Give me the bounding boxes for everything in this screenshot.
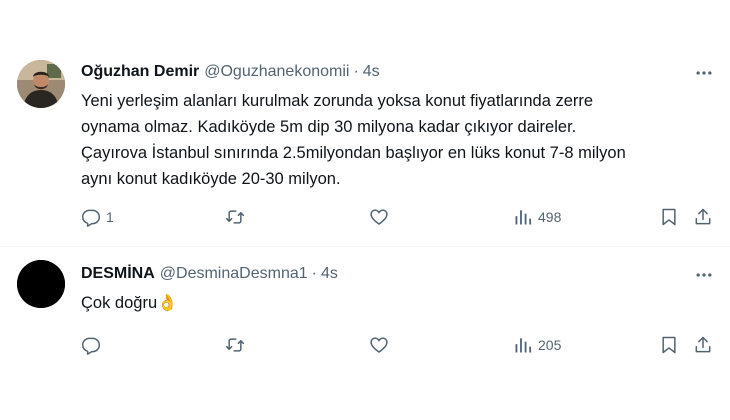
tweet-text-line: Çayırova İstanbul sınırında 2.5milyondan… [81,144,626,162]
like-button[interactable] [369,205,394,229]
bookmark-icon [662,336,676,354]
views-count: 498 [538,209,562,225]
retweet-icon [225,210,245,224]
separator: · [311,265,317,282]
share-icon [695,208,711,225]
views-icon [515,210,532,225]
tweet[interactable]: DESMİNA @DesminaDesmna1 · 4s Çok doğru👌 [0,247,730,420]
more-icon [696,71,712,75]
reply-button[interactable] [81,333,106,357]
tweet-header: Oğuzhan Demir @Oguzhanekonomii · 4s [81,63,380,81]
user-handle[interactable]: @Oguzhanekonomii [204,63,349,81]
tweet-text: Çok doğru👌 [81,290,711,316]
reply-icon [81,337,101,355]
heart-icon [370,209,388,225]
action-bar: 1 498 [81,205,716,229]
views-button[interactable]: 205 [513,333,561,357]
tweet-text-line: Çok doğru👌 [81,294,178,312]
bookmark-icon [662,208,676,226]
views-button[interactable]: 498 [513,205,561,229]
more-button[interactable] [692,263,716,287]
user-name[interactable]: Oğuzhan Demir [81,63,199,81]
tweet-text-line: oynama olmaz. Kadıköyde 5m dip 30 milyon… [81,118,577,136]
black-avatar [17,260,65,308]
tweet-text-line: aynı konut kadıköyde 20-30 milyon. [81,170,341,188]
user-name[interactable]: DESMİNA [81,265,155,283]
avatar[interactable] [17,260,65,308]
separator: · [353,63,359,80]
more-icon [696,273,712,277]
timestamp[interactable]: 4s [321,265,338,283]
share-button[interactable] [693,205,713,229]
share-button[interactable] [693,333,713,357]
user-handle[interactable]: @DesminaDesmna1 [160,265,308,283]
timestamp[interactable]: 4s [363,63,380,81]
action-bar: 205 [81,333,716,357]
bookmark-button[interactable] [659,333,679,357]
bookmark-button[interactable] [659,205,679,229]
views-count: 205 [538,337,562,353]
avatar[interactable] [17,60,65,108]
reply-icon [81,209,101,227]
tweet-header: DESMİNA @DesminaDesmna1 · 4s [81,265,338,283]
tweet-text: Yeni yerleşim alanları kurulmak zorunda … [81,88,711,192]
tweet[interactable]: Oğuzhan Demir @Oguzhanekonomii · 4s Yeni… [0,0,730,247]
share-icon [695,336,711,353]
profile-photo [17,60,65,108]
retweet-button[interactable] [225,333,250,357]
more-button[interactable] [692,61,716,85]
retweet-button[interactable] [225,205,250,229]
reply-button[interactable]: 1 [81,205,114,229]
like-button[interactable] [369,333,394,357]
reply-count: 1 [106,209,114,225]
retweet-icon [225,338,245,352]
heart-icon [370,337,388,353]
views-icon [515,338,532,353]
tweet-text-line: Yeni yerleşim alanları kurulmak zorunda … [81,92,594,110]
